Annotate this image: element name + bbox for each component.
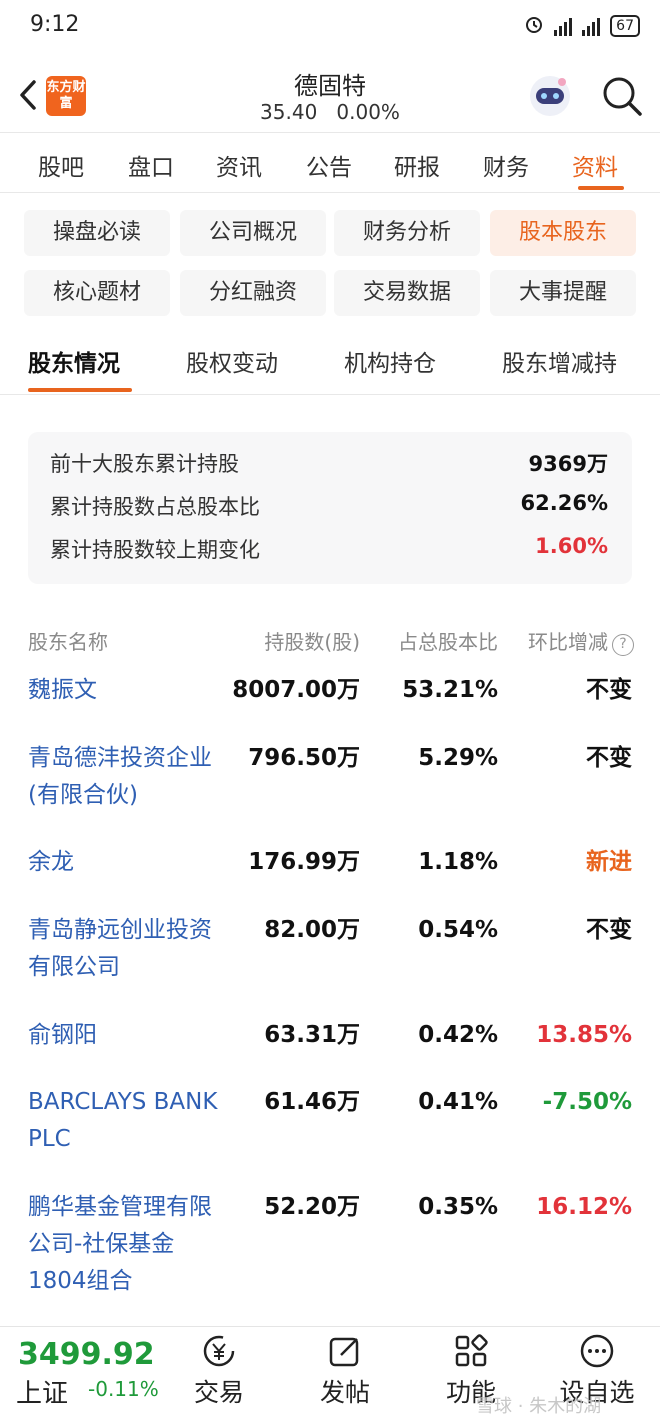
holder-shares: 176.99万 (248, 849, 360, 875)
stock-change: 0.00% (336, 100, 400, 124)
tabs-divider (0, 192, 660, 193)
chip-major-events[interactable]: 大事提醒 (490, 270, 636, 316)
stock-price: 35.40 (260, 100, 318, 124)
tab-shareholders[interactable]: 股东情况 (28, 344, 120, 378)
trade-label: 交易 (193, 1378, 244, 1407)
holder-pct: 0.41% (418, 1089, 498, 1115)
holder-pct: 1.18% (418, 849, 498, 875)
holder-change: 16.12% (536, 1194, 632, 1220)
summary-card: 前十大股东累计持股 9369万 累计持股数占总股本比 62.26% 累计持股数较… (28, 432, 632, 584)
holder-name[interactable]: 青岛静远创业投资有限公司 (28, 912, 224, 986)
summary-row: 累计持股数占总股本比 62.26% (50, 491, 608, 521)
holder-shares: 52.20万 (264, 1194, 360, 1220)
summary-row: 前十大股东累计持股 9369万 (50, 448, 608, 478)
chip-dividends-financing[interactable]: 分红融资 (180, 270, 326, 316)
assistant-robot-icon[interactable] (526, 72, 574, 120)
holder-shares: 63.31万 (264, 1022, 360, 1048)
main-tabs: 股吧 盘口 资讯 公告 研报 财务 资料 (0, 134, 660, 192)
summary-label: 累计持股数较上期变化 (50, 538, 260, 562)
tab-finance[interactable]: 财务 (483, 148, 529, 182)
signal-icon-1 (554, 16, 573, 36)
stock-header: 东方财富 德固特 35.40 0.00% (0, 56, 660, 132)
help-icon[interactable]: ? (612, 634, 634, 656)
summary-label: 累计持股数占总股本比 (50, 495, 260, 519)
holder-shares: 61.46万 (264, 1089, 360, 1115)
header-name: 股东名称 (28, 630, 108, 654)
holder-tab-indicator (28, 388, 132, 392)
trade-button[interactable]: 交易 (174, 1333, 264, 1409)
holder-name[interactable]: 魏振文 (28, 672, 224, 709)
chip-equity-shareholders[interactable]: 股本股东 (490, 210, 636, 256)
post-button[interactable]: 发帖 (300, 1333, 390, 1409)
index-change: -0.11% (88, 1377, 159, 1401)
chip-core-themes[interactable]: 核心题材 (24, 270, 170, 316)
holder-shares: 796.50万 (248, 745, 360, 771)
tab-shareholder-changes[interactable]: 股东增减持 (502, 344, 617, 378)
holder-name[interactable]: 青岛德沣投资企业(有限合伙) (28, 740, 224, 814)
tab-profile[interactable]: 资料 (572, 148, 618, 182)
holder-shares: 8007.00万 (232, 677, 360, 703)
index-value: 3499.92 (18, 1337, 155, 1372)
header-pct: 占总股本比 (398, 630, 498, 654)
holder-change: 13.85% (536, 1022, 632, 1048)
index-name: 上证 (16, 1379, 69, 1409)
table-header: 股东名称 持股数(股) 占总股本比 环比增减? (0, 626, 660, 656)
holder-pct: 0.54% (418, 917, 498, 943)
holder-name[interactable]: 俞钢阳 (28, 1017, 224, 1054)
holder-name[interactable]: 鹏华基金管理有限公司-社保基金1804组合 (28, 1189, 224, 1300)
post-label: 发帖 (319, 1378, 370, 1407)
signal-icon-2 (582, 16, 601, 36)
header-chg-label: 环比增减 (528, 630, 608, 654)
tab-institutional-holdings[interactable]: 机构持仓 (344, 344, 436, 378)
holder-tabs-divider (0, 394, 660, 395)
chip-financial-analysis[interactable]: 财务分析 (334, 210, 480, 256)
active-tab-indicator (578, 186, 624, 190)
header-shares: 持股数(股) (264, 630, 360, 654)
alarm-icon (524, 14, 544, 38)
status-icons: 67 (524, 14, 640, 38)
holder-shares: 82.00万 (264, 917, 360, 943)
holder-pct: 5.29% (418, 745, 498, 771)
holder-change: 不变 (586, 917, 632, 943)
holder-pct: 0.42% (418, 1022, 498, 1048)
holder-name[interactable]: BARCLAYS BANK PLC (28, 1084, 224, 1158)
summary-row: 累计持股数较上期变化 1.60% (50, 534, 608, 564)
holder-name[interactable]: 余龙 (28, 844, 224, 881)
summary-label: 前十大股东累计持股 (50, 452, 239, 476)
tab-equity-changes[interactable]: 股权变动 (186, 344, 278, 378)
holder-change: -7.50% (542, 1089, 632, 1115)
header-divider (0, 132, 660, 133)
holder-pct: 0.35% (418, 1194, 498, 1220)
tab-announcements[interactable]: 公告 (306, 148, 352, 182)
tab-pankou[interactable]: 盘口 (128, 148, 174, 182)
more-icon (579, 1333, 615, 1369)
summary-value: 1.60% (535, 534, 608, 558)
tab-guba[interactable]: 股吧 (38, 148, 84, 182)
edit-icon (327, 1333, 363, 1369)
chip-trading-data[interactable]: 交易数据 (334, 270, 480, 316)
summary-value: 62.26% (520, 491, 608, 515)
holder-change: 新进 (586, 849, 632, 875)
chip-trading-guide[interactable]: 操盘必读 (24, 210, 170, 256)
holder-pct: 53.21% (402, 677, 498, 703)
status-bar: 9:12 67 (0, 0, 660, 56)
watermark: 雪球 · 朱木的湖 (476, 1396, 602, 1417)
status-time: 9:12 (30, 12, 80, 37)
tab-research[interactable]: 研报 (394, 148, 440, 182)
holder-change: 不变 (586, 677, 632, 703)
header-chg: 环比增减? (528, 626, 634, 656)
chip-company-overview[interactable]: 公司概况 (180, 210, 326, 256)
tab-news[interactable]: 资讯 (216, 148, 262, 182)
holder-change: 不变 (586, 745, 632, 771)
yuan-cycle-icon (201, 1333, 237, 1369)
summary-value: 9369万 (528, 452, 608, 476)
search-icon[interactable] (600, 74, 644, 118)
battery-icon: 67 (610, 15, 640, 37)
grid-icon (453, 1333, 489, 1369)
